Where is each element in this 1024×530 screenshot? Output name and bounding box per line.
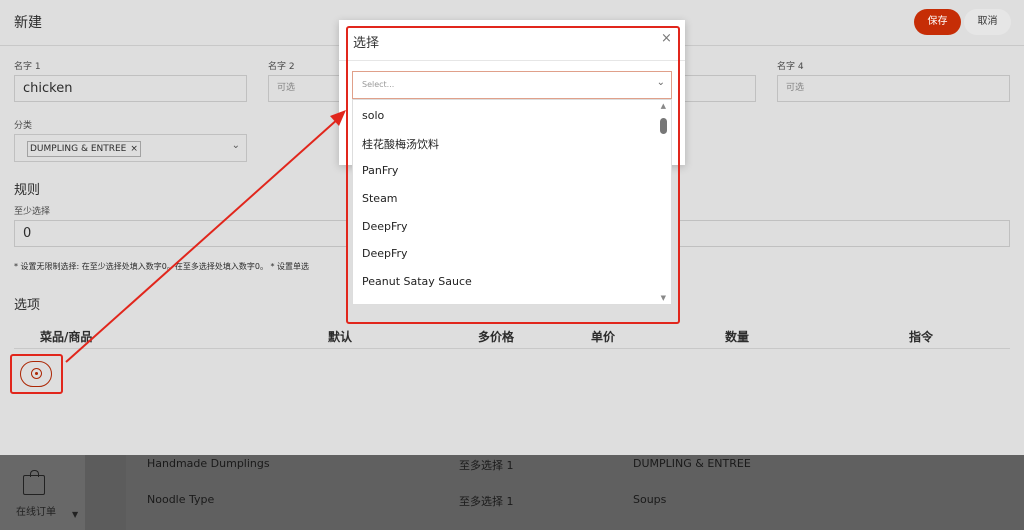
highlight-box-add-button [10, 354, 63, 394]
row-name: Noodle Type [147, 493, 215, 506]
row-category: Soups [633, 493, 667, 506]
cancel-button[interactable]: 取消 [964, 9, 1011, 35]
highlight-box-modal [346, 26, 680, 324]
row-rule: 至多选择 1 [459, 459, 514, 472]
save-button[interactable]: 保存 [914, 9, 961, 35]
row-category: DUMPLING & ENTREE [633, 457, 751, 470]
shopping-bag-icon [23, 470, 45, 495]
chevron-down-icon[interactable]: ▼ [72, 510, 78, 519]
row-rule: 至多选择 1 [459, 495, 514, 508]
background-list: Handmade Dumplings 至多选择 1 DUMPLING & ENT… [126, 455, 1024, 530]
bottom-bar: 在线订单 ▼ Handmade Dumplings 至多选择 1 DUMPLIN… [0, 455, 1024, 530]
online-orders-nav[interactable]: 在线订单 ▼ [0, 455, 85, 530]
online-orders-label: 在线订单 [16, 507, 56, 518]
row-name: Handmade Dumplings [147, 457, 270, 470]
